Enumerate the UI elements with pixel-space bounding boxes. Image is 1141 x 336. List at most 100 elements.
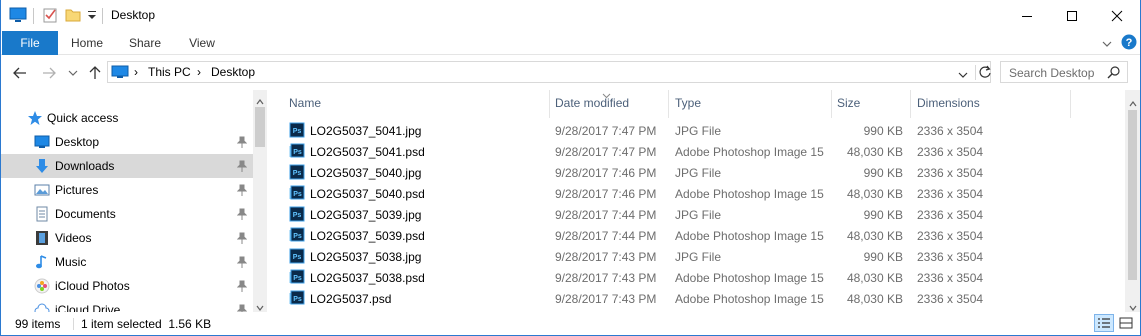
file-row[interactable]: Ps LO2G5037.psd 9/28/2017 7:43 PM Adobe Pho… [269, 288, 1125, 309]
tab-home[interactable]: Home [62, 31, 112, 55]
pin-icon[interactable] [236, 136, 248, 148]
file-size: 48,030 KB [846, 229, 903, 243]
file-dimensions: 2336 x 3504 [917, 271, 984, 285]
nav-item-videos[interactable]: Videos [1, 226, 253, 250]
file-row[interactable]: Ps LO2G5037_5039.psd 9/28/2017 7:44 PM Adob… [269, 225, 1125, 246]
nav-item-label: iCloud Photos [55, 279, 130, 293]
pin-icon[interactable] [236, 304, 248, 312]
nav-item-pictures[interactable]: Pictures [1, 178, 253, 202]
breadcrumb-separator[interactable]: › [197, 65, 201, 79]
file-name: LO2G5037_5039.psd [310, 229, 425, 243]
details-view-button[interactable] [1094, 314, 1114, 332]
svg-text:Ps: Ps [293, 128, 302, 135]
column-header-type[interactable]: Type [675, 96, 701, 110]
pin-icon[interactable] [236, 232, 248, 244]
forward-button[interactable] [41, 65, 57, 81]
new-folder-icon[interactable] [65, 7, 81, 26]
close-button[interactable] [1094, 0, 1140, 31]
refresh-icon[interactable] [978, 65, 992, 82]
tab-share[interactable]: Share [120, 31, 170, 55]
nav-item-label: Documents [55, 207, 116, 221]
nav-scrollbar[interactable] [253, 90, 267, 312]
file-row[interactable]: Ps LO2G5037_5041.jpg 9/28/2017 7:47 PM JPG … [269, 120, 1125, 141]
breadcrumb-separator[interactable]: › [134, 65, 138, 79]
search-box[interactable]: Search Desktop [1000, 61, 1128, 83]
status-bar: 99 items 1 item selected 1.56 KB [1, 312, 1140, 335]
minimize-button[interactable] [1004, 0, 1050, 31]
large-icons-view-button[interactable] [1116, 314, 1136, 332]
file-row[interactable]: Ps LO2G5037_5040.jpg 9/28/2017 7:46 PM JPG … [269, 162, 1125, 183]
nav-item-downloads[interactable]: Downloads [1, 154, 253, 178]
file-dimensions: 2336 x 3504 [917, 166, 984, 180]
pin-icon[interactable] [236, 256, 248, 268]
back-arrow-icon [13, 67, 26, 79]
file-row[interactable]: Ps LO2G5037_5039.jpg 9/28/2017 7:44 PM JPG … [269, 204, 1125, 225]
svg-text:Ps: Ps [293, 254, 302, 261]
file-row[interactable]: Ps LO2G5037_5041.psd 9/28/2017 7:47 PM Adob… [269, 141, 1125, 162]
up-button[interactable] [87, 65, 103, 81]
breadcrumb-this-pc[interactable]: This PC [148, 65, 191, 79]
file-row[interactable]: Ps LO2G5037_5040.psd 9/28/2017 7:46 PM Adob… [269, 183, 1125, 204]
file-row[interactable]: Ps LO2G5037_5038.jpg 9/28/2017 7:43 PM JPG … [269, 246, 1125, 267]
nav-item-icloud-drive[interactable]: iCloud Drive [1, 298, 253, 312]
this-pc-icon [111, 65, 129, 82]
svg-text:Ps: Ps [293, 296, 302, 303]
maximize-button[interactable] [1049, 0, 1095, 31]
forward-arrow-icon [43, 67, 56, 79]
properties-icon[interactable] [42, 7, 58, 26]
file-date-modified: 9/28/2017 7:46 PM [555, 166, 657, 180]
photoshop-file-icon: Ps [289, 143, 305, 158]
nav-item-documents[interactable]: Documents [1, 202, 253, 226]
nav-item-icloud-photos[interactable]: iCloud Photos [1, 274, 253, 298]
nav-item-music[interactable]: Music [1, 250, 253, 274]
pin-icon[interactable] [236, 184, 248, 196]
title-bar: Desktop [1, 0, 1140, 31]
expand-ribbon-icon[interactable] [1102, 37, 1112, 51]
scroll-up-icon[interactable] [1129, 96, 1137, 110]
help-icon[interactable]: ? [1121, 34, 1137, 53]
breadcrumb-desktop[interactable]: Desktop [211, 65, 255, 79]
column-header-name[interactable]: Name [289, 96, 321, 110]
file-size: 990 KB [863, 166, 903, 180]
tab-view[interactable]: View [177, 31, 227, 55]
search-icon[interactable] [1107, 65, 1121, 82]
file-size: 48,030 KB [846, 292, 903, 306]
scroll-up-icon[interactable] [256, 94, 264, 108]
jpg-file-icon: Ps [289, 248, 305, 264]
search-placeholder: Search Desktop [1009, 66, 1095, 80]
window-desktop-icon[interactable] [9, 7, 27, 26]
scroll-down-icon[interactable] [256, 300, 264, 312]
quick-access-label: Quick access [47, 111, 119, 125]
column-divider[interactable] [549, 90, 550, 118]
back-button[interactable] [12, 65, 28, 81]
file-list-scroll-thumb[interactable] [1128, 110, 1137, 280]
column-divider[interactable] [1070, 90, 1071, 118]
file-list-scrollbar[interactable] [1125, 90, 1140, 312]
tab-file[interactable]: File [2, 31, 58, 55]
customize-quick-access-icon[interactable] [87, 9, 97, 24]
recent-locations-button[interactable] [65, 65, 81, 81]
file-name: LO2G5037.psd [310, 292, 392, 306]
column-divider[interactable] [910, 90, 911, 118]
pin-icon[interactable] [236, 208, 248, 220]
pin-icon[interactable] [236, 160, 248, 172]
nav-scroll-thumb[interactable] [255, 107, 265, 147]
column-divider[interactable] [668, 90, 669, 118]
file-row[interactable]: Ps LO2G5037_5038.psd 9/28/2017 7:43 PM Adob… [269, 267, 1125, 288]
navigation-bar: › This PC › Desktop Search Desktop [1, 55, 1140, 90]
pin-icon[interactable] [236, 280, 248, 292]
file-size: 990 KB [863, 124, 903, 138]
nav-item-desktop[interactable]: Desktop [1, 130, 253, 154]
downloads-icon [34, 158, 50, 174]
file-type: Adobe Photoshop Image 15 [675, 229, 824, 243]
column-header-size[interactable]: Size [837, 96, 860, 110]
column-header-date[interactable]: Date modified [555, 96, 629, 110]
address-bar[interactable]: › This PC › Desktop [107, 61, 991, 83]
title-separator [102, 8, 103, 24]
svg-text:Ps: Ps [293, 149, 302, 156]
nav-quick-access[interactable]: Quick access [1, 106, 253, 130]
column-divider[interactable] [831, 90, 832, 118]
column-header-dimensions[interactable]: Dimensions [917, 96, 980, 110]
address-dropdown-icon[interactable] [958, 68, 968, 82]
file-size: 48,030 KB [846, 271, 903, 285]
